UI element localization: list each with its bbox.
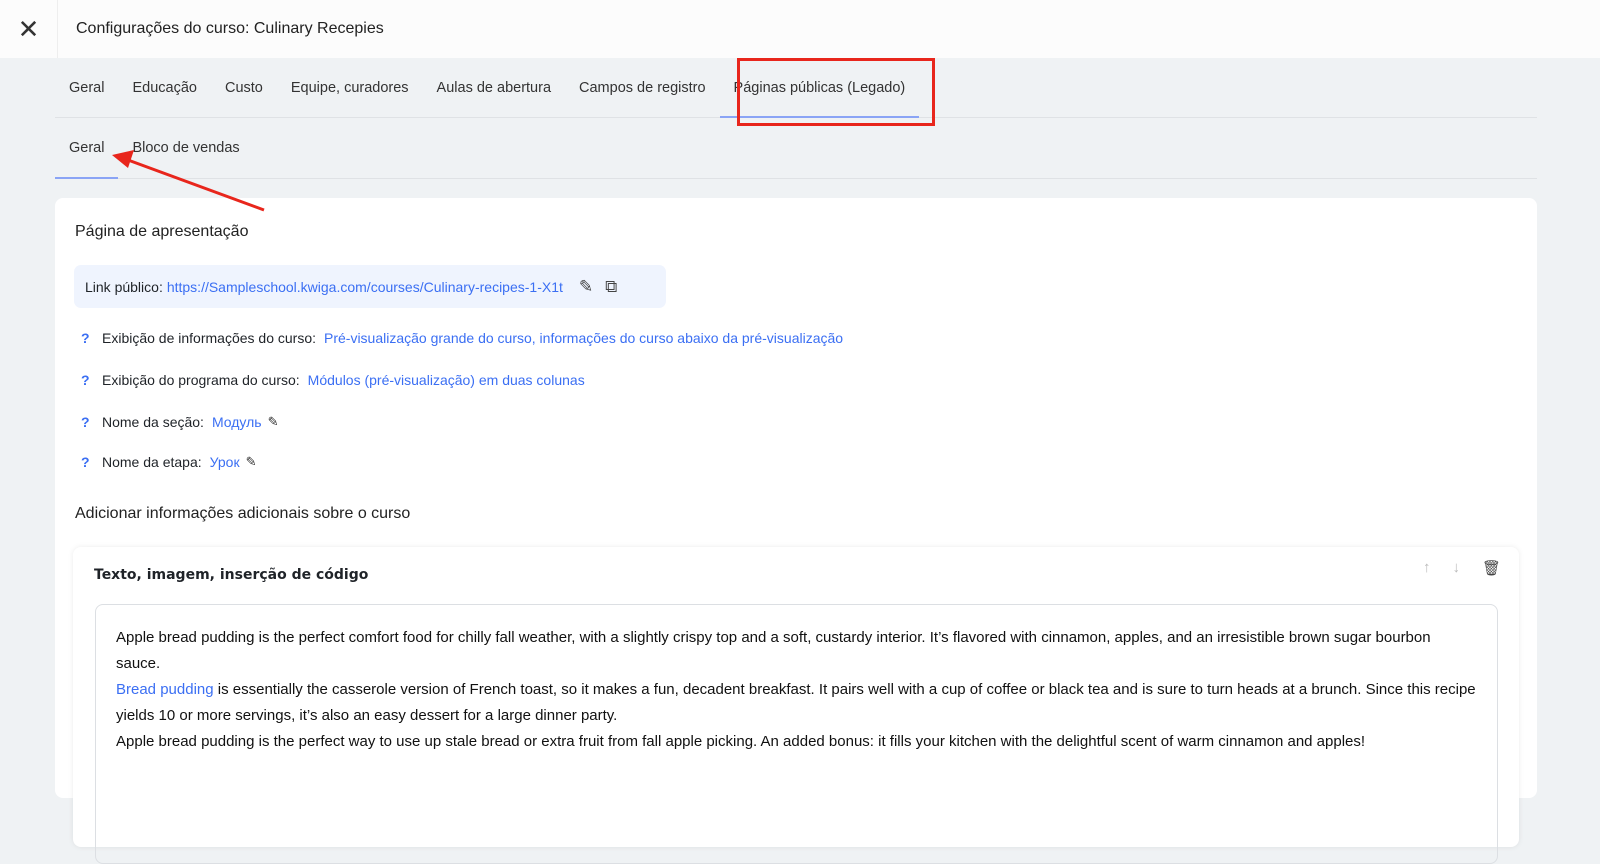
- setting-label: Exibição do programa do curso:: [102, 372, 300, 388]
- public-link[interactable]: https://Sampleschool.kwiga.com/courses/C…: [167, 279, 563, 295]
- setting-row: ? Exibição de informações do curso: Pré-vi…: [81, 330, 843, 346]
- help-icon[interactable]: ?: [81, 372, 102, 388]
- close-icon[interactable]: ✕: [0, 0, 58, 58]
- paragraph: Apple bread pudding is the perfect way t…: [116, 733, 1366, 750]
- header: ✕ Configurações do curso: Culinary Recep…: [0, 0, 1600, 58]
- setting-row: ? Nome da seção: Модуль ✎: [81, 414, 278, 430]
- tab-campos[interactable]: Campos de registro: [565, 58, 720, 117]
- public-link-box: Link público: https://Sampleschool.kwiga…: [74, 265, 666, 308]
- pencil-icon[interactable]: ✎: [579, 277, 593, 297]
- pencil-icon[interactable]: ✎: [268, 414, 279, 430]
- sub-tabs: Geral Bloco de vendas: [55, 118, 1537, 179]
- section-heading: Página de apresentação: [75, 223, 249, 240]
- setting-label: Exibição de informações do curso:: [102, 330, 316, 346]
- setting-label: Nome da seção:: [102, 414, 204, 430]
- tab-equipe[interactable]: Equipe, curadores: [277, 58, 423, 117]
- setting-value[interactable]: Модуль: [212, 414, 262, 430]
- help-icon[interactable]: ?: [81, 330, 102, 346]
- link-label: Link público:: [85, 278, 163, 295]
- tab-custo[interactable]: Custo: [211, 58, 277, 117]
- setting-value[interactable]: Módulos (pré-visualização) em duas colun…: [308, 372, 585, 388]
- tab-aulas[interactable]: Aulas de abertura: [423, 58, 565, 117]
- setting-label: Nome da etapa:: [102, 454, 202, 470]
- pencil-icon[interactable]: ✎: [246, 454, 257, 470]
- setting-value[interactable]: Урок: [210, 454, 240, 470]
- arrow-down-icon[interactable]: ↓: [1452, 559, 1460, 577]
- paragraph: Bread pudding is essentially the cassero…: [116, 677, 1477, 729]
- annotation-highlight-box: [737, 58, 935, 126]
- help-icon[interactable]: ?: [81, 454, 102, 470]
- setting-value[interactable]: Pré-visualização grande do curso, inform…: [324, 330, 843, 346]
- setting-row: ? Nome da etapa: Урок ✎: [81, 454, 257, 470]
- bread-pudding-link[interactable]: Bread pudding: [116, 681, 214, 698]
- text-editor[interactable]: Apple bread pudding is the perfect comfo…: [95, 604, 1498, 864]
- page-title: Configurações do curso: Culinary Recepie…: [76, 20, 384, 37]
- tab-geral[interactable]: Geral: [55, 58, 118, 117]
- subtab-geral[interactable]: Geral: [55, 118, 119, 179]
- paragraph-text: is essentially the casserole version of …: [116, 681, 1476, 724]
- additional-heading: Adicionar informações adicionais sobre o…: [75, 505, 411, 522]
- tab-educacao[interactable]: Educação: [118, 58, 211, 117]
- subtab-bloco-vendas[interactable]: Bloco de vendas: [118, 118, 253, 178]
- copy-icon[interactable]: ⧉: [605, 277, 617, 297]
- setting-row: ? Exibição do programa do curso: Módulos (…: [81, 372, 585, 388]
- content-block: Texto, imagem, inserção de código ↑ ↓ 🗑 …: [73, 547, 1519, 864]
- settings-card: Página de apresentação Link público: htt…: [55, 198, 1537, 864]
- help-icon[interactable]: ?: [81, 414, 102, 430]
- block-title: Texto, imagem, inserção de código: [94, 567, 369, 583]
- trash-icon[interactable]: 🗑: [1482, 559, 1501, 577]
- paragraph: Apple bread pudding is the perfect comfo…: [116, 629, 1431, 672]
- arrow-up-icon[interactable]: ↑: [1423, 559, 1431, 577]
